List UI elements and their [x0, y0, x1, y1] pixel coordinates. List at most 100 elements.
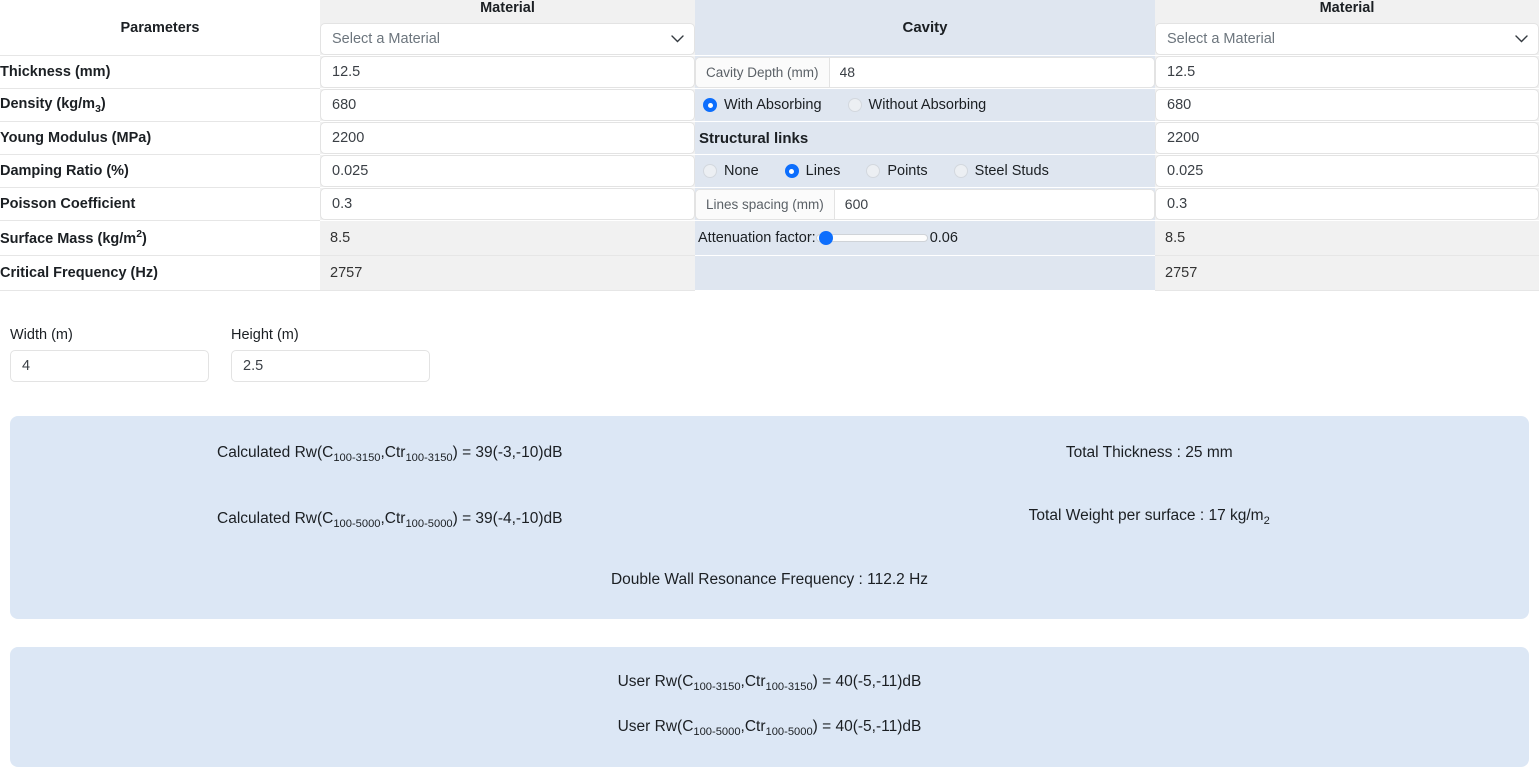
table-row: Poisson Coefficient Lines spacing (mm) — [0, 187, 1539, 221]
user-rw-3150-mid: ,Ctr — [740, 673, 766, 691]
material-left-select-wrap[interactable] — [320, 23, 695, 55]
density-left-input[interactable] — [320, 89, 695, 121]
table-row: Critical Frequency (Hz) 2757 2757 — [0, 255, 1539, 291]
cell-poisson-left — [320, 187, 695, 221]
poisson-left-input[interactable] — [320, 188, 695, 220]
material-right-header-label: Material — [1319, 0, 1375, 16]
row-label-density: Density (kg/m3) — [0, 88, 320, 122]
damping-ratio-left-input[interactable] — [320, 155, 695, 187]
parameters-header: Parameters — [0, 0, 320, 56]
calculated-results-left-column: Calculated Rw(C100-3150,Ctr100-3150) = 3… — [10, 434, 770, 540]
material-left-header-label: Material — [480, 0, 535, 16]
row-label-critical-frequency: Critical Frequency (Hz) — [0, 255, 320, 291]
calculated-rw-3150-suffix: ) = 39(-3,-10)dB — [452, 444, 563, 461]
calculated-rw-5000-sub1: 100-5000 — [333, 517, 381, 530]
cell-damping-right — [1155, 154, 1539, 188]
material-right-select[interactable] — [1155, 23, 1539, 55]
table-header-row: Parameters Material Cavity Material — [0, 0, 1539, 56]
radio-links-lines[interactable]: Lines — [784, 163, 840, 179]
attenuation-slider[interactable] — [815, 231, 928, 245]
radio-links-lines-icon[interactable] — [784, 164, 799, 178]
calculated-rw-5000: Calculated Rw(C100-5000,Ctr100-5000) = 3… — [10, 475, 770, 541]
calculated-rw-5000-mid: ,Ctr — [380, 509, 406, 527]
surface-mass-left-value: 8.5 — [320, 220, 695, 256]
calculated-rw-3150-sub2: 100-3150 — [405, 452, 453, 465]
radio-without-absorbing[interactable]: Without Absorbing — [847, 97, 987, 113]
user-rw-5000-sub2: 100-5000 — [765, 726, 813, 739]
cell-attenuation: Attenuation factor: 0.06 — [695, 220, 1155, 256]
radio-without-absorbing-icon[interactable] — [847, 98, 862, 112]
height-group: Height (m) — [231, 327, 430, 382]
cavity-empty-cell — [695, 255, 1155, 291]
width-input[interactable] — [10, 350, 209, 382]
row-label-damping-ratio: Damping Ratio (%) — [0, 154, 320, 188]
material-right-select-wrap[interactable] — [1155, 23, 1539, 55]
calculated-rw-3150-mid: ,Ctr — [380, 444, 406, 461]
radio-links-points-icon[interactable] — [866, 164, 881, 178]
width-group: Width (m) — [10, 327, 209, 382]
user-rw-3150-sub2: 100-3150 — [765, 681, 813, 694]
user-rw-5000: User Rw(C100-5000,Ctr100-5000) = 40(-5,-… — [10, 704, 1529, 749]
row-label-density-text: Density (kg/m — [0, 95, 96, 112]
calculated-rw-3150: Calculated Rw(C100-3150,Ctr100-3150) = 3… — [10, 434, 770, 475]
cavity-depth-group[interactable]: Cavity Depth (mm) — [695, 56, 1155, 88]
row-label-poisson: Poisson Coefficient — [0, 187, 320, 221]
user-rw-5000-sub1: 100-5000 — [693, 726, 741, 739]
thickness-right-input[interactable] — [1155, 56, 1539, 88]
cell-young-left — [320, 121, 695, 155]
radio-links-steel-studs-icon[interactable] — [953, 164, 968, 178]
total-thickness: Total Thickness : 25 mm — [1065, 444, 1233, 461]
attenuation-slider-thumb[interactable] — [818, 231, 833, 245]
cell-cavity-depth: Cavity Depth (mm) — [695, 55, 1155, 89]
radio-without-absorbing-label: Without Absorbing — [868, 97, 987, 113]
row-label-surface-mass-tail: ) — [142, 230, 147, 247]
height-input[interactable] — [231, 350, 430, 382]
row-label-young-modulus: Young Modulus (MPa) — [0, 121, 320, 155]
cell-poisson-right — [1155, 187, 1539, 221]
row-label-thickness: Thickness (mm) — [0, 55, 320, 89]
damping-ratio-right-input[interactable] — [1155, 155, 1539, 187]
row-label-density-tail: ) — [100, 95, 106, 112]
radio-links-steel-studs-label: Steel Studs — [974, 163, 1049, 179]
cell-absorbing-options: With Absorbing Without Absorbing — [695, 88, 1155, 122]
cell-young-right — [1155, 121, 1539, 155]
double-wall-resonance: Double Wall Resonance Frequency : 112.2 … — [610, 571, 929, 589]
calculated-rw-5000-sub2: 100-5000 — [405, 517, 453, 530]
material-left-select[interactable] — [320, 23, 695, 55]
radio-links-points[interactable]: Points — [866, 163, 928, 179]
table-row: Thickness (mm) Cavity Depth (mm) — [0, 55, 1539, 89]
calculated-results-grid: Calculated Rw(C100-3150,Ctr100-3150) = 3… — [10, 434, 1529, 540]
calculated-rw-5000-suffix: ) = 39(-4,-10)dB — [452, 509, 563, 527]
lines-spacing-input[interactable] — [834, 189, 1154, 219]
cell-thickness-left — [320, 55, 695, 89]
density-right-input[interactable] — [1155, 89, 1539, 121]
cell-density-right — [1155, 88, 1539, 122]
young-modulus-right-input[interactable] — [1155, 122, 1539, 154]
user-rw-3150-prefix: User Rw(C — [617, 673, 694, 691]
surface-mass-right-value: 8.5 — [1155, 220, 1539, 256]
radio-with-absorbing[interactable]: With Absorbing — [703, 97, 822, 113]
calculated-rw-5000-prefix: Calculated Rw(C — [217, 509, 334, 527]
material-right-header-cell: Material — [1155, 0, 1539, 56]
radio-links-none-icon[interactable] — [703, 164, 717, 178]
lines-spacing-label: Lines spacing (mm) — [696, 189, 835, 219]
cell-damping-left — [320, 154, 695, 188]
poisson-right-input[interactable] — [1155, 188, 1539, 220]
row-label-surface-mass-text: Surface Mass (kg/m — [0, 230, 137, 247]
user-rw-5000-prefix: User Rw(C — [617, 717, 694, 735]
radio-links-steel-studs[interactable]: Steel Studs — [953, 163, 1049, 179]
radio-links-none[interactable]: None — [703, 163, 759, 179]
cell-lines-spacing: Lines spacing (mm) — [695, 187, 1155, 221]
cavity-depth-input[interactable] — [829, 57, 1154, 87]
radio-with-absorbing-label: With Absorbing — [724, 97, 822, 113]
cell-structural-links-label: Structural links — [695, 121, 1155, 155]
lines-spacing-group[interactable]: Lines spacing (mm) — [695, 188, 1155, 220]
radio-with-absorbing-icon[interactable] — [703, 98, 717, 112]
width-label: Width (m) — [10, 327, 73, 343]
total-weight: Total Weight per surface : 17 kg/m2 — [770, 472, 1530, 538]
young-modulus-left-input[interactable] — [320, 122, 695, 154]
total-weight-sub: 2 — [1263, 515, 1270, 528]
thickness-left-input[interactable] — [320, 56, 695, 88]
cavity-header: Cavity — [695, 0, 1155, 56]
user-rw-5000-mid: ,Ctr — [740, 717, 766, 735]
